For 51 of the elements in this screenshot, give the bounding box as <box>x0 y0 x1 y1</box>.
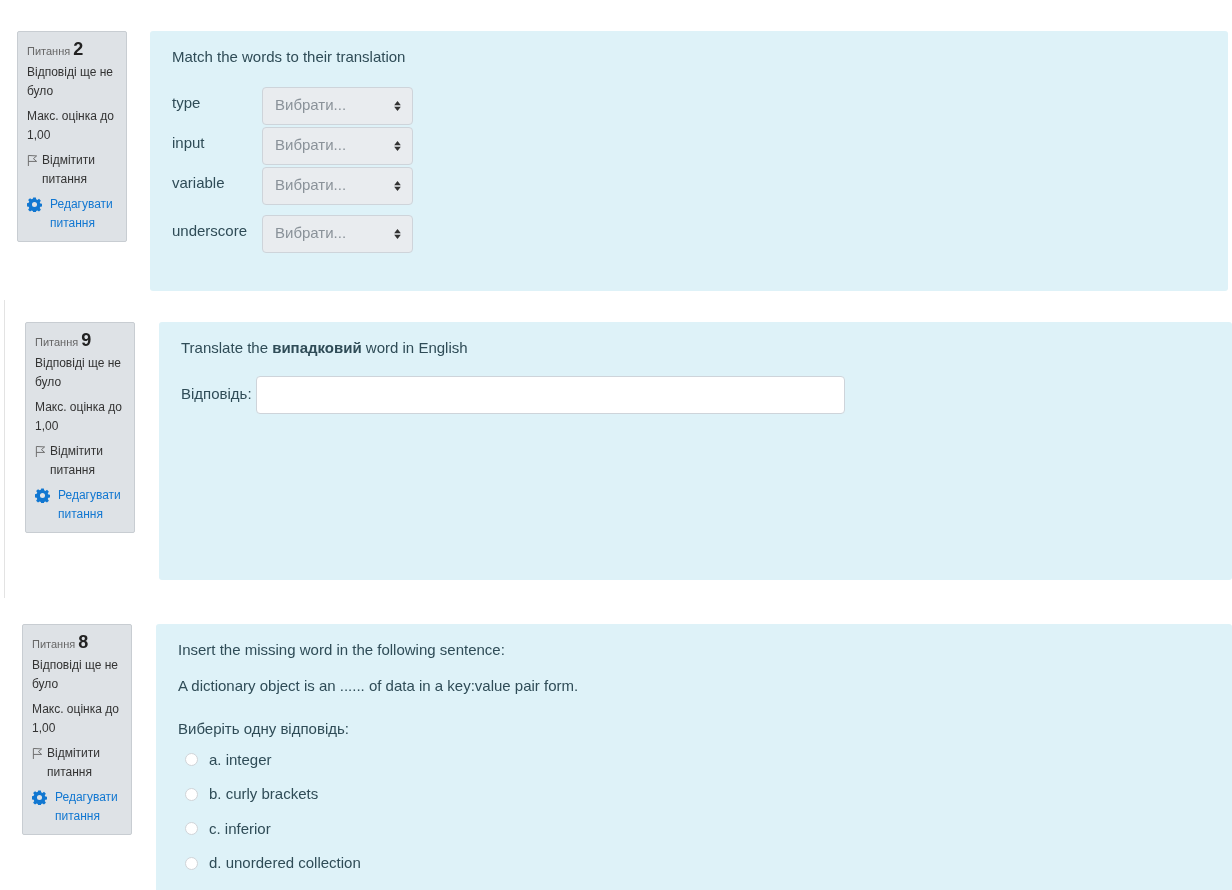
question-number: 2 <box>73 40 84 59</box>
option-label: c. inferior <box>209 818 271 839</box>
caret-icon <box>394 180 401 191</box>
radio-button[interactable] <box>185 856 198 870</box>
flag-icon <box>32 747 43 760</box>
flag-icon <box>35 445 46 458</box>
question-text: Match the words to their translation <box>172 47 407 67</box>
caret-icon <box>394 228 401 239</box>
flag-question-link[interactable]: Відмітити питання <box>50 442 125 480</box>
question-label: Питання <box>32 637 76 652</box>
answer-status: Відповіді ще не було <box>32 657 119 693</box>
question-text: Translate the випадковий word in English <box>181 338 469 358</box>
question-label: Питання <box>35 335 79 350</box>
match-word: variable <box>172 172 226 193</box>
radio-button[interactable] <box>185 753 198 767</box>
question-text: Insert the missing word in the following sentence: <box>178 640 506 660</box>
match-word: input <box>172 132 206 153</box>
max-grade: Макс. оцінка до 1,00 <box>32 701 120 737</box>
answer-label: Відповідь: <box>181 384 252 405</box>
caret-icon <box>394 140 401 151</box>
answer-status: Відповіді ще не було <box>35 355 122 391</box>
max-grade: Макс. оцінка до 1,00 <box>35 399 123 435</box>
option-label: d. unordered collection <box>209 853 361 873</box>
question-sentence: A dictionary object is an ...... of data in a key:value pair form. <box>178 675 580 696</box>
max-grade: Макс. оцінка до 1,00 <box>27 108 115 144</box>
answer-field[interactable] <box>255 375 845 414</box>
flag-question-link[interactable]: Відмітити питання <box>42 151 117 189</box>
settings-icon <box>32 790 47 805</box>
question-label: Питання <box>27 44 71 59</box>
edit-question-link[interactable]: Редагувати питання <box>58 486 125 524</box>
caret-icon <box>394 100 401 111</box>
settings-icon <box>35 488 50 503</box>
settings-icon <box>27 197 42 212</box>
radio-button[interactable] <box>185 787 198 801</box>
question-number: 8 <box>78 633 89 652</box>
flag-icon <box>27 154 38 167</box>
choice-dropdown[interactable]: Вибрати... <box>262 166 413 205</box>
choice-prompt: Виберіть одну відповідь: <box>178 719 350 739</box>
flag-question-link[interactable]: Відмітити питання <box>47 744 122 782</box>
edit-question-link[interactable]: Редагувати питання <box>55 788 122 826</box>
choice-dropdown[interactable]: Вибрати... <box>262 86 413 125</box>
match-word: type <box>172 92 202 113</box>
answer-status: Відповіді ще не було <box>27 64 114 100</box>
choice-dropdown[interactable]: Вибрати... <box>262 126 413 165</box>
question-number: 9 <box>81 331 92 350</box>
radio-button[interactable] <box>185 822 198 836</box>
option-label: a. integer <box>209 749 272 770</box>
option-label: b. curly brackets <box>209 784 319 804</box>
match-word: underscore <box>172 220 249 241</box>
choice-dropdown[interactable]: Вибрати... <box>262 214 413 253</box>
edit-question-link[interactable]: Редагувати питання <box>50 195 117 233</box>
